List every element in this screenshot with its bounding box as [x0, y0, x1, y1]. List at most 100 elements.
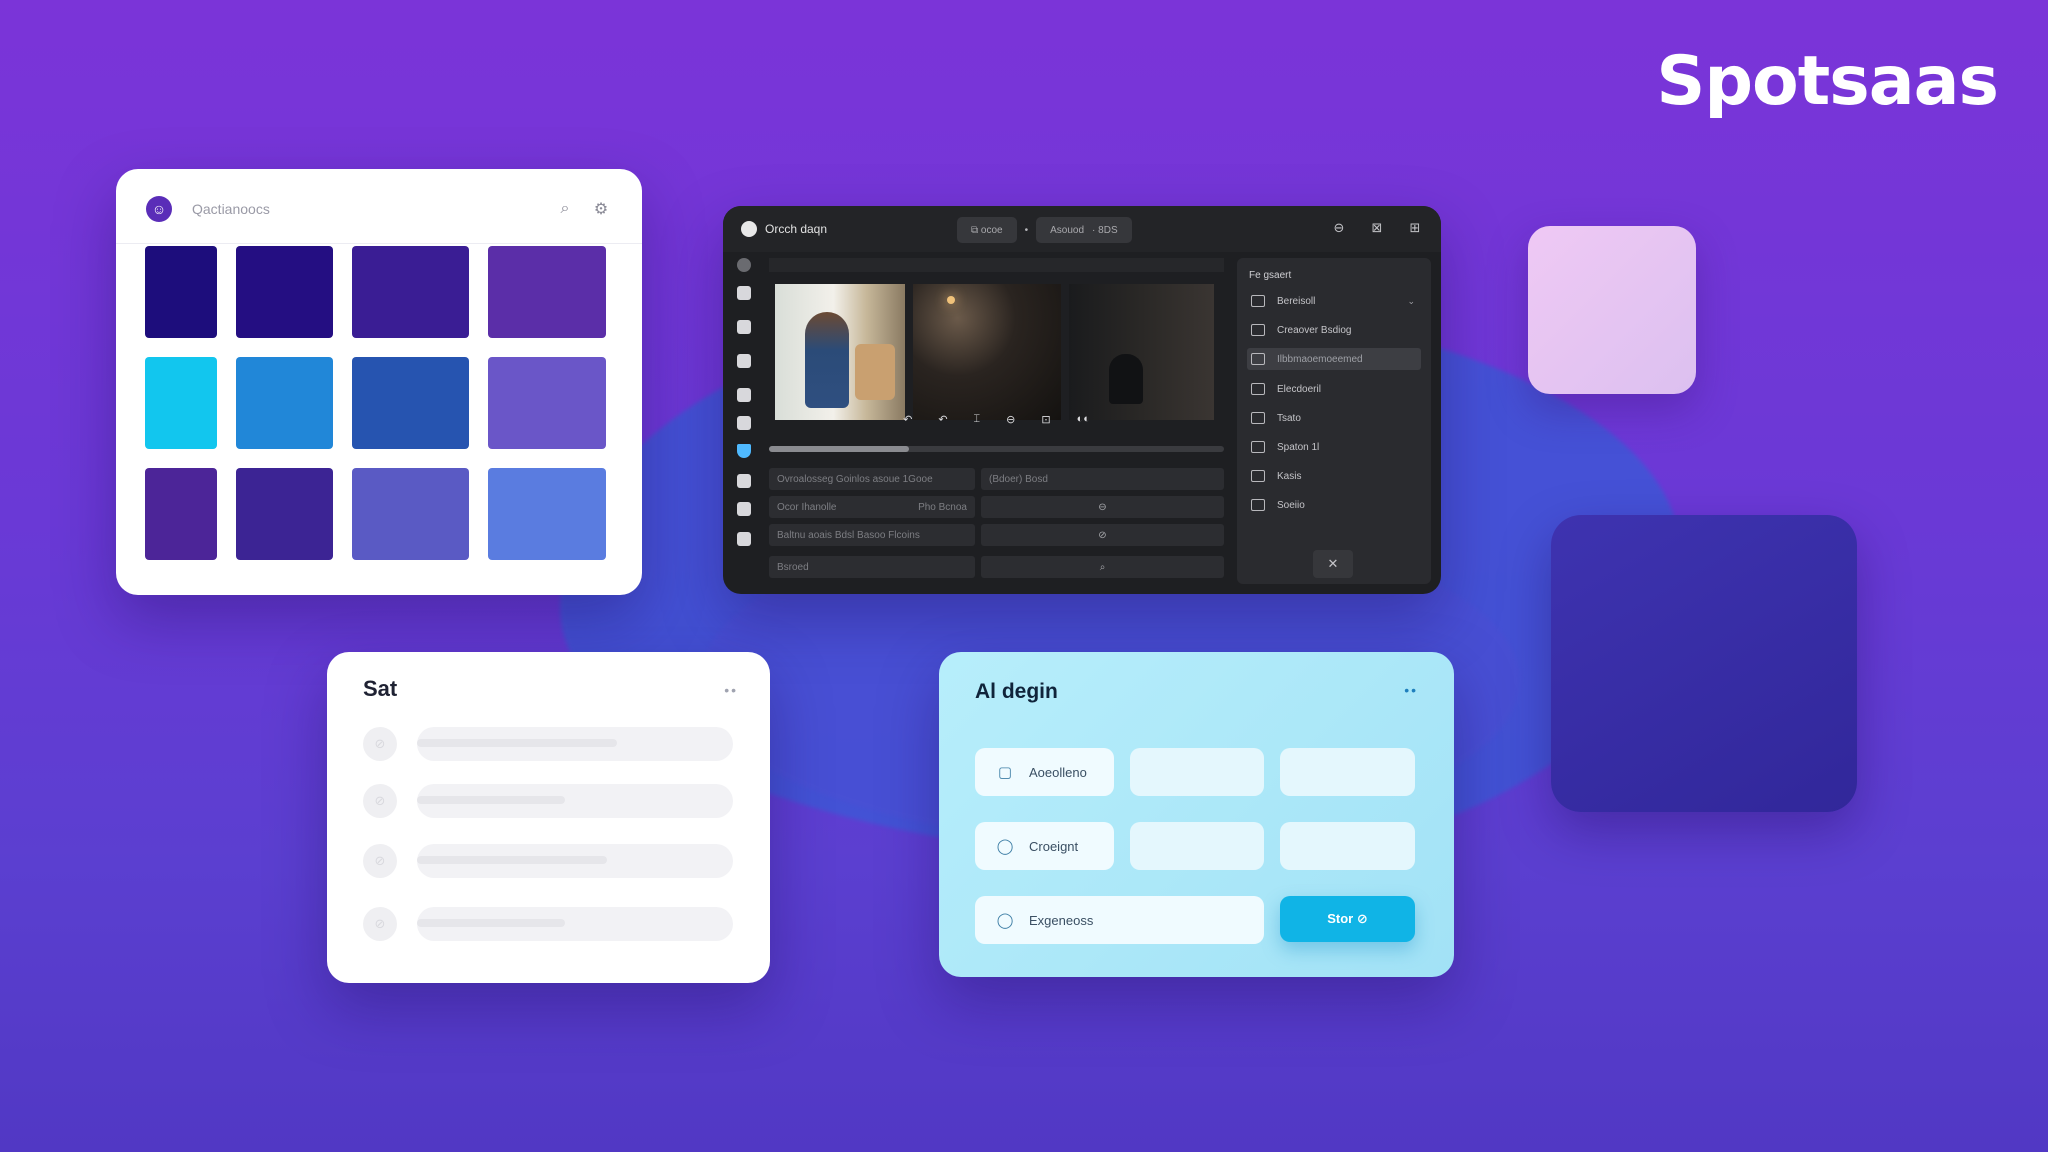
color-swatch[interactable]: [352, 468, 469, 560]
panel-item-3-selected[interactable]: Ilbbmaoemoeemed: [1247, 348, 1421, 370]
color-swatch[interactable]: [352, 246, 469, 338]
chair-shape: [855, 344, 895, 400]
panel-item-icon: [1251, 383, 1265, 395]
panel-item-label: Soeiio: [1277, 499, 1305, 511]
list-item[interactable]: ⊘: [363, 907, 733, 941]
panel-item-1[interactable]: Bereisoll ⌄: [1247, 290, 1421, 312]
undo-icon[interactable]: ↶: [938, 413, 947, 426]
ai-option-concept[interactable]: ◯ Croeignt: [975, 822, 1114, 870]
panel-item-5[interactable]: Tsato: [1247, 407, 1421, 429]
panel-item-icon: [1251, 412, 1265, 424]
color-swatch[interactable]: [352, 357, 469, 449]
timeline-row-3-label[interactable]: Baltnu aoais Bdsl Basoo Flcoins: [769, 524, 975, 546]
timeline-scrubber[interactable]: [769, 446, 1224, 452]
panel-item-label: Creaover Bsdiog: [1277, 324, 1352, 336]
ai-option-blank[interactable]: [1280, 822, 1415, 870]
color-swatch[interactable]: [145, 468, 217, 560]
ai-option-audience[interactable]: ▢ Aoeolleno: [975, 748, 1114, 796]
cloud-icon[interactable]: ⊖: [1331, 220, 1347, 236]
editor-tool-rail: [731, 258, 757, 584]
loop-icon[interactable]: ⊖: [1006, 413, 1015, 426]
timeline-row-4-value[interactable]: ⌕: [981, 556, 1224, 578]
avatar: ⊘: [363, 844, 397, 878]
video-frame-reading[interactable]: [775, 284, 905, 420]
ai-design-card: Al degin •• ▢ Aoeolleno ◯ Croeignt ◯ Exg…: [939, 652, 1454, 977]
color-swatch[interactable]: [236, 468, 333, 560]
placeholder-line: [417, 856, 607, 864]
tool-icon-9[interactable]: [737, 532, 751, 546]
rewind-icon[interactable]: ↶: [903, 413, 912, 426]
panel-close-button[interactable]: ✕: [1313, 550, 1353, 578]
panel-item-8[interactable]: Soeiio: [1247, 494, 1421, 516]
video-frame-dark-room[interactable]: [913, 284, 1061, 420]
editor-tab-2-label: Asouod: [1050, 224, 1085, 236]
properties-panel: Fe gsaert Bereisoll ⌄ Creaover Bsdiog Ilb…: [1237, 258, 1431, 584]
ai-option-blank[interactable]: [1130, 822, 1264, 870]
tool-icon-2[interactable]: [737, 286, 751, 300]
panel-item-2[interactable]: Creaover Bsdiog: [1247, 319, 1421, 341]
panel-item-4[interactable]: Elecdoeril: [1247, 378, 1421, 400]
color-swatch[interactable]: [236, 357, 333, 449]
start-button[interactable]: Stor ⊘: [1280, 896, 1415, 942]
ai-option-blank[interactable]: [1130, 748, 1264, 796]
tool-icon-6[interactable]: [737, 416, 751, 430]
properties-panel-header: Fe gsaert: [1249, 270, 1292, 281]
more-options-icon[interactable]: ••: [724, 682, 738, 698]
ai-card-title: Al degin: [975, 680, 1058, 703]
speed-icon[interactable]: ◐◐: [1077, 413, 1090, 425]
tool-icon-5[interactable]: [737, 388, 751, 402]
list-item-placeholder: [417, 727, 733, 761]
square-icon: ▢: [997, 764, 1013, 781]
panel-item-label: Elecdoeril: [1277, 383, 1321, 395]
color-swatch[interactable]: [488, 468, 606, 560]
panel-item-icon: [1251, 324, 1265, 336]
panel-item-label: Bereisoll: [1277, 295, 1316, 307]
panel-item-icon: [1251, 353, 1265, 365]
panel-item-icon: [1251, 441, 1265, 453]
timeline-row-1-label[interactable]: Ovroalosseg Goinlos asoue 1Gooe: [769, 468, 975, 490]
tool-icon-8[interactable]: [737, 502, 751, 516]
ai-option-label: Croeignt: [1029, 838, 1079, 854]
timeline-row-1-value[interactable]: (Bdoer) Bosd: [981, 468, 1224, 490]
color-swatch[interactable]: [488, 246, 606, 338]
ai-option-experience[interactable]: ◯ Exgeneoss: [975, 896, 1264, 944]
tool-icon-4[interactable]: [737, 354, 751, 368]
split-icon[interactable]: ⌶: [974, 413, 981, 426]
panel-item-7[interactable]: Kasis: [1247, 465, 1421, 487]
color-swatch[interactable]: [145, 246, 217, 338]
panel-item-icon: [1251, 470, 1265, 482]
timeline-row-4-label[interactable]: Bsroed: [769, 556, 975, 578]
list-item[interactable]: ⊘: [363, 844, 733, 878]
tool-icon-3[interactable]: [737, 320, 751, 334]
panel-item-label: Kasis: [1277, 470, 1302, 482]
panel-item-icon: [1251, 295, 1265, 307]
video-editor-window: Orcch daqn ⧉ ocoe • Asouod · 8DS ⊖ ⊠ ⊞ ↶…: [723, 206, 1441, 594]
ai-option-label: Aoeolleno: [1029, 764, 1087, 780]
list-item[interactable]: ⊘: [363, 727, 733, 761]
tool-icon-7[interactable]: [737, 474, 751, 488]
tool-icon-1[interactable]: [737, 258, 751, 272]
color-swatch[interactable]: [236, 246, 333, 338]
export-icon[interactable]: ⊠: [1369, 220, 1385, 236]
color-swatch[interactable]: [145, 357, 217, 449]
editor-tab-1[interactable]: ⧉ ocoe: [957, 217, 1017, 243]
editor-titlebar: Orcch daqn ⧉ ocoe • Asouod · 8DS ⊖ ⊠ ⊞: [723, 206, 1441, 252]
color-swatch[interactable]: [488, 357, 606, 449]
crop-icon[interactable]: ⊡: [1041, 413, 1050, 426]
chat-bubble-icon: ◯: [996, 838, 1014, 855]
more-options-icon[interactable]: ••: [1404, 682, 1418, 698]
timeline-row-2-label[interactable]: Ocor Ihanolle Pho Bcnoa: [769, 496, 975, 518]
tool-icon-active[interactable]: [737, 444, 751, 458]
color-palette-card: ☺ Qactianoocs ⌕ ⚙: [116, 169, 642, 595]
panel-item-6[interactable]: Spaton 1l: [1247, 436, 1421, 458]
timeline-row-3-value[interactable]: ⊘: [981, 524, 1224, 546]
ai-option-blank[interactable]: [1280, 748, 1415, 796]
lamp-glow: [947, 296, 955, 304]
timeline-row-2-value[interactable]: ⊖: [981, 496, 1224, 518]
timeline-row-2-text: Ocor Ihanolle: [777, 501, 837, 513]
editor-tab-2[interactable]: Asouod · 8DS: [1036, 217, 1132, 243]
list-item[interactable]: ⊘: [363, 784, 733, 818]
avatar: ⊘: [363, 907, 397, 941]
video-frame-silhouette[interactable]: [1069, 284, 1214, 420]
grid-icon[interactable]: ⊞: [1407, 220, 1423, 236]
